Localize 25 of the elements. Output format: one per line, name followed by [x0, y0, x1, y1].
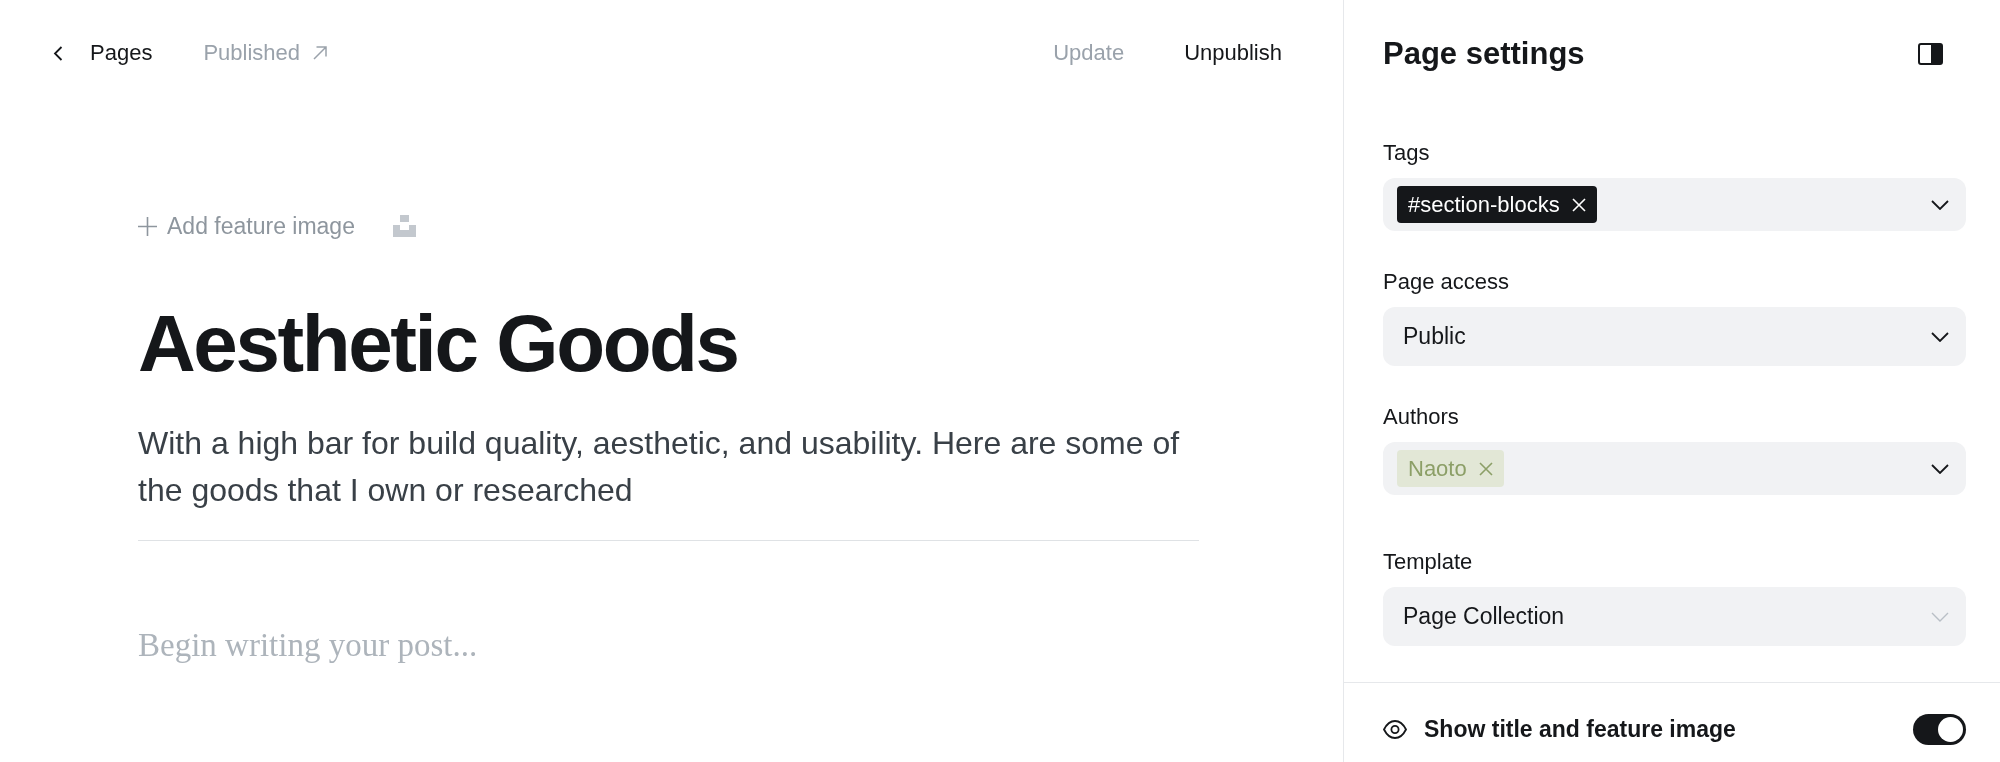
- field-label: Tags: [1383, 139, 1431, 167]
- panel-title: Page settings: [1383, 36, 1585, 72]
- back-link[interactable]: Pages: [53, 40, 153, 66]
- chevron-down-icon: [1931, 463, 1949, 474]
- page-title[interactable]: Aesthetic Goods: [138, 301, 1199, 387]
- select-field[interactable]: Public: [1383, 307, 1966, 366]
- tags-field[interactable]: #section-blocks: [1383, 178, 1966, 231]
- field-label: Template: [1383, 548, 1474, 576]
- field-label: Page access: [1383, 268, 1510, 296]
- toggle-label: Show title and feature image: [1424, 716, 1736, 743]
- chevron-down-icon: [1931, 611, 1949, 622]
- chevron-down-icon: [1931, 331, 1949, 342]
- action-button[interactable]: Unpublish: [1184, 40, 1282, 66]
- toggle-switch[interactable]: [1913, 714, 1966, 745]
- page-excerpt[interactable]: With a high bar for build quality, aesthetic, and usability. Here are some of the goods that I own or researched: [138, 420, 1199, 514]
- body-field[interactable]: Begin writing your post...: [138, 624, 1199, 666]
- tag-chip[interactable]: #section-blocks: [1397, 186, 1597, 223]
- sidebar-toggle-icon[interactable]: [1918, 43, 1943, 65]
- field-label: Authors: [1383, 403, 1460, 431]
- select-field[interactable]: Page Collection: [1383, 587, 1966, 646]
- arrow-up-right-icon: [313, 46, 328, 60]
- eye-icon: [1383, 720, 1407, 739]
- chevron-left-icon: [53, 45, 63, 61]
- plus-icon: [138, 216, 157, 236]
- chevron-down-icon: [1931, 199, 1949, 210]
